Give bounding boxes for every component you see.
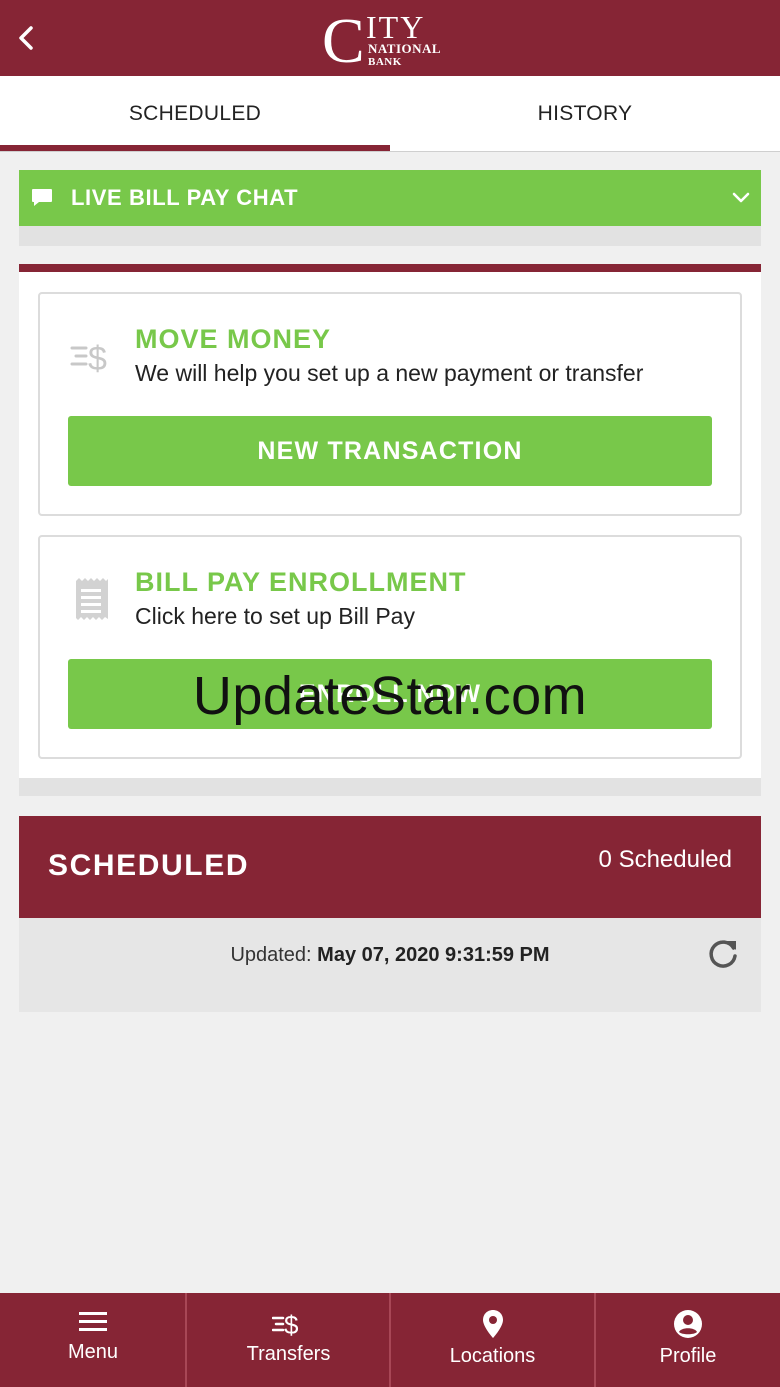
nav-locations[interactable]: Locations bbox=[391, 1293, 594, 1387]
scheduled-status: Updated: May 07, 2020 9:31:59 PM bbox=[19, 918, 761, 1012]
nav-transfers-label: Transfers bbox=[246, 1343, 331, 1365]
transfers-icon: $ bbox=[271, 1310, 299, 1337]
chat-bubble-icon bbox=[32, 189, 52, 206]
location-pin-icon bbox=[482, 1310, 503, 1338]
svg-text:$: $ bbox=[284, 1310, 299, 1337]
chevron-down-icon[interactable] bbox=[729, 186, 753, 210]
nav-locations-label: Locations bbox=[449, 1345, 536, 1367]
enrollment-subtitle: Click here to set up Bill Pay bbox=[135, 603, 415, 629]
chevron-left-icon bbox=[19, 26, 33, 50]
tab-bar: SCHEDULED HISTORY bbox=[0, 76, 780, 152]
svg-text:ITY: ITY bbox=[366, 9, 425, 45]
move-money-subtitle: We will help you set up a new payment or… bbox=[135, 360, 644, 386]
updated-label: Updated: bbox=[230, 944, 312, 966]
move-money-title: MOVE MONEY bbox=[135, 324, 332, 354]
scheduled-section-header: SCHEDULED 0 Scheduled bbox=[19, 816, 761, 918]
bill-pay-enrollment-card: BILL PAY ENROLLMENT Click here to set up… bbox=[38, 535, 742, 759]
updated-timestamp: Updated: May 07, 2020 9:31:59 PM bbox=[19, 944, 761, 967]
nav-profile[interactable]: Profile bbox=[596, 1293, 780, 1387]
receipt-icon bbox=[76, 578, 108, 620]
chat-label: LIVE BILL PAY CHAT bbox=[71, 185, 299, 210]
nav-transfers[interactable]: $ Transfers bbox=[187, 1293, 390, 1387]
nav-menu-label: Menu bbox=[67, 1341, 119, 1363]
tab-history[interactable]: HISTORY bbox=[390, 76, 780, 152]
move-money-card: $ MOVE MONEY We will help you set up a n… bbox=[38, 292, 742, 516]
back-button[interactable] bbox=[6, 16, 46, 60]
enrollment-title: BILL PAY ENROLLMENT bbox=[135, 567, 467, 597]
svg-text:$: $ bbox=[88, 340, 107, 378]
active-tab-indicator bbox=[0, 145, 390, 151]
panel-accent-bar bbox=[19, 264, 761, 272]
bottom-navigation: Menu $ Transfers Locations Profile bbox=[0, 1293, 780, 1387]
svg-text:BANK: BANK bbox=[368, 56, 402, 68]
svg-text:NATIONAL: NATIONAL bbox=[368, 41, 441, 56]
live-bill-pay-chat-bar[interactable]: LIVE BILL PAY CHAT bbox=[19, 170, 761, 226]
transfers-icon: $ bbox=[70, 340, 107, 378]
scheduled-count: 0 Scheduled bbox=[598, 846, 732, 873]
new-transaction-button[interactable]: NEW TRANSACTION bbox=[68, 416, 712, 486]
updated-value: May 07, 2020 9:31:59 PM bbox=[317, 944, 550, 966]
refresh-icon[interactable] bbox=[705, 936, 741, 972]
profile-icon bbox=[674, 1310, 702, 1338]
actions-panel: $ MOVE MONEY We will help you set up a n… bbox=[19, 264, 761, 796]
scheduled-title: SCHEDULED bbox=[48, 849, 250, 882]
app-header: C ITY NATIONAL BANK bbox=[0, 0, 780, 76]
svg-text:C: C bbox=[322, 6, 365, 70]
tab-scheduled[interactable]: SCHEDULED bbox=[0, 76, 390, 152]
nav-menu[interactable]: Menu bbox=[0, 1293, 186, 1387]
bank-logo: C ITY NATIONAL BANK bbox=[320, 5, 460, 76]
enroll-now-button[interactable]: ENROLL NOW bbox=[68, 659, 712, 729]
nav-profile-label: Profile bbox=[659, 1345, 717, 1367]
panel-footer bbox=[19, 778, 761, 796]
menu-icon bbox=[79, 1312, 107, 1331]
chat-panel-footer bbox=[19, 226, 761, 246]
